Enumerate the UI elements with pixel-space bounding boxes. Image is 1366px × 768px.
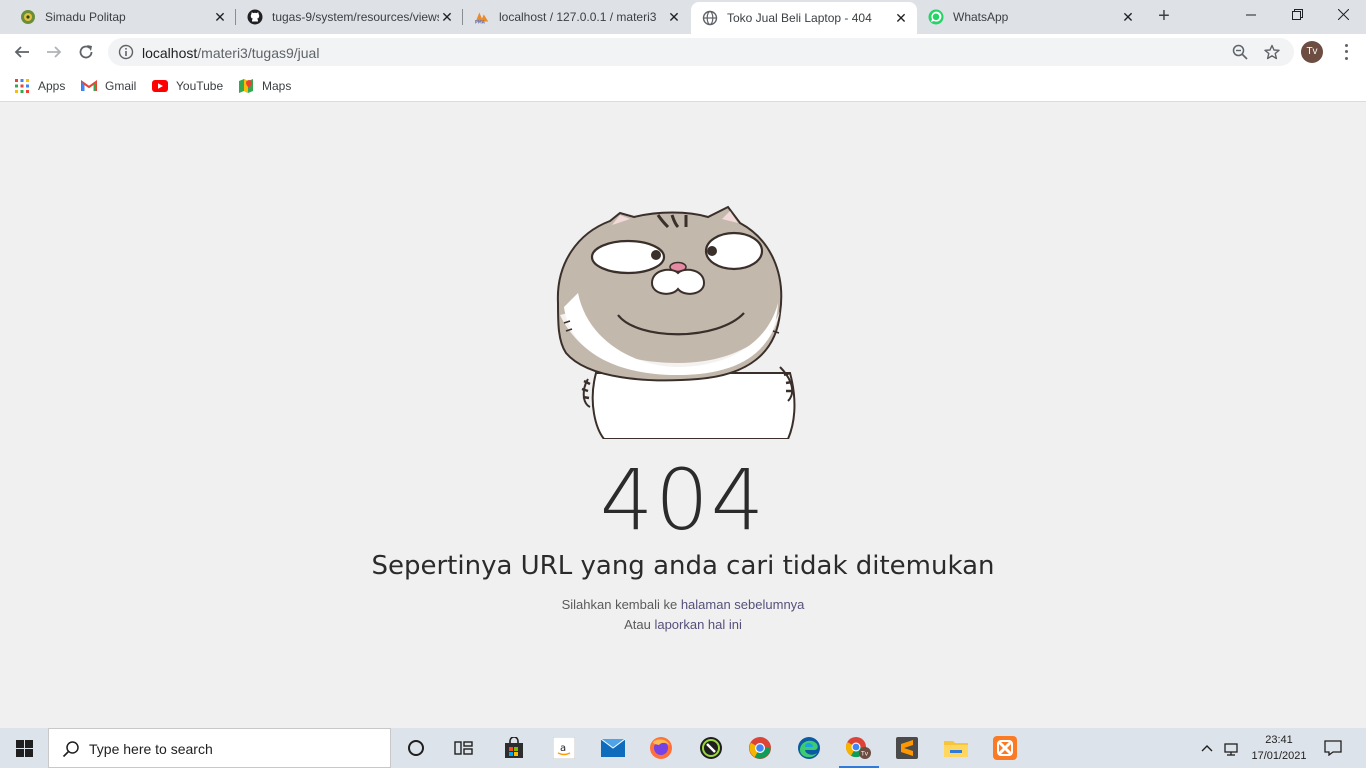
tab-close-icon[interactable]: ✕ xyxy=(212,9,228,25)
report-instruction: Atau laporkan hal ini xyxy=(0,617,1366,632)
tab-simadu[interactable]: Simadu Politap ✕ xyxy=(0,0,236,34)
clock-time: 23:41 xyxy=(1265,734,1293,746)
chrome-profile-icon[interactable]: Tv xyxy=(835,728,883,768)
close-window-button[interactable] xyxy=(1320,0,1366,30)
back-arrow-icon xyxy=(14,46,29,58)
back-button[interactable] xyxy=(8,38,36,66)
browser-toolbar: localhost/materi3/tugas9/jual Tv xyxy=(0,34,1366,70)
url-text: localhost/materi3/tugas9/jual xyxy=(142,45,319,61)
tab-phpmyadmin[interactable]: PMA localhost / 127.0.0.1 / materi3 ✕ xyxy=(464,0,690,34)
address-bar[interactable]: localhost/materi3/tugas9/jual xyxy=(108,38,1294,66)
reload-icon xyxy=(79,45,93,59)
amazon-icon[interactable]: a xyxy=(540,728,588,768)
globe-icon xyxy=(702,10,718,26)
page-content: 404 Sepertinya URL yang anda cari tidak … xyxy=(0,103,1366,728)
chrome-icon[interactable] xyxy=(736,728,784,768)
bookmark-label: Apps xyxy=(38,79,66,93)
svg-text:Tv: Tv xyxy=(860,751,869,758)
clock-date: 17/01/2021 xyxy=(1251,750,1307,762)
minimize-icon xyxy=(1246,14,1256,16)
youtube-icon xyxy=(152,78,168,94)
bookmark-label: YouTube xyxy=(176,79,224,93)
forward-arrow-icon xyxy=(47,46,62,58)
search-icon xyxy=(62,741,79,758)
whatsapp-icon xyxy=(928,9,944,25)
error-message: Sepertinya URL yang anda cari tidak dite… xyxy=(371,551,995,581)
tab-strip: Simadu Politap ✕ tugas-9/system/resource… xyxy=(0,0,1366,34)
url-path: /materi3/tugas9/jual xyxy=(197,45,320,61)
tab-close-icon[interactable]: ✕ xyxy=(893,10,909,26)
bookmark-apps[interactable]: Apps xyxy=(14,76,65,96)
cortana-icon[interactable] xyxy=(392,728,440,768)
github-icon xyxy=(247,9,263,25)
back-instruction-prefix: Silahkan kembali ke xyxy=(561,597,681,612)
browser-menu-icon[interactable] xyxy=(1338,42,1354,62)
tray-overflow-icon[interactable] xyxy=(1196,728,1218,768)
windows-logo-icon xyxy=(15,739,33,757)
tab-title: localhost / 127.0.0.1 / materi3 xyxy=(499,10,657,24)
taskbar-search-box[interactable]: Type here to search xyxy=(48,728,391,768)
file-explorer-icon[interactable] xyxy=(932,728,980,768)
bookmark-label: Gmail xyxy=(105,79,137,93)
reload-button[interactable] xyxy=(72,38,100,66)
bookmark-label: Maps xyxy=(262,79,292,93)
tab-toko-404[interactable]: Toko Jual Beli Laptop - 404 ✕ xyxy=(691,2,917,34)
store-icon[interactable] xyxy=(490,728,538,768)
system-clock[interactable]: 23:41 17/01/2021 xyxy=(1240,732,1318,764)
maps-icon xyxy=(238,78,254,94)
tab-github[interactable]: tugas-9/system/resources/views ✕ xyxy=(237,0,463,34)
tab-whatsapp[interactable]: WhatsApp ✕ xyxy=(918,0,1144,34)
network-icon[interactable] xyxy=(1220,728,1242,768)
edge-icon[interactable] xyxy=(785,728,833,768)
bookmark-gmail[interactable]: Gmail xyxy=(81,76,136,96)
minimize-button[interactable] xyxy=(1228,0,1274,30)
apps-grid-icon xyxy=(14,78,30,94)
xampp-icon[interactable] xyxy=(981,728,1029,768)
close-icon xyxy=(1337,8,1349,21)
bookmark-youtube[interactable]: YouTube xyxy=(152,76,223,96)
tab-close-icon[interactable]: ✕ xyxy=(439,9,455,25)
back-instruction: Silahkan kembali ke halaman sebelumnya xyxy=(0,597,1366,612)
mail-icon[interactable] xyxy=(589,728,637,768)
forward-button[interactable] xyxy=(40,38,68,66)
tab-close-icon[interactable]: ✕ xyxy=(1120,9,1136,25)
phpmyadmin-icon: PMA xyxy=(474,9,490,25)
bookmarks-bar: Apps Gmail YouTube Maps xyxy=(0,70,1366,102)
svg-text:PMA: PMA xyxy=(475,20,486,25)
sublime-icon[interactable] xyxy=(883,728,931,768)
url-host: localhost xyxy=(142,45,198,61)
tab-title: WhatsApp xyxy=(953,10,1009,24)
windows-taskbar: Type here to search a Tv 23:41 17/01/202… xyxy=(0,728,1366,768)
profile-avatar[interactable]: Tv xyxy=(1301,41,1323,63)
gmail-icon xyxy=(81,78,97,94)
restore-icon xyxy=(1291,9,1303,20)
firefox-icon[interactable] xyxy=(637,728,685,768)
bookmark-maps[interactable]: Maps xyxy=(238,76,291,96)
zoom-icon[interactable] xyxy=(1232,44,1248,60)
report-instruction-prefix: Atau xyxy=(624,617,655,632)
tab-separator xyxy=(235,9,236,25)
tab-close-icon[interactable]: ✕ xyxy=(666,9,682,25)
notification-icon[interactable] xyxy=(1320,728,1346,768)
restore-button[interactable] xyxy=(1274,0,1320,30)
start-button[interactable] xyxy=(0,728,48,768)
tab-title: Simadu Politap xyxy=(45,10,126,24)
tab-title: tugas-9/system/resources/views xyxy=(272,10,439,24)
error-code: 404 xyxy=(599,451,767,549)
task-view-icon[interactable] xyxy=(440,728,488,768)
tab-title: Toko Jual Beli Laptop - 404 xyxy=(727,11,872,25)
cat-meme-illustration xyxy=(556,205,796,439)
bookmark-star-icon[interactable] xyxy=(1264,44,1280,60)
svg-text:a: a xyxy=(560,743,566,754)
app-icon[interactable] xyxy=(687,728,735,768)
info-icon[interactable] xyxy=(118,44,134,60)
new-tab-button[interactable]: + xyxy=(1152,5,1176,29)
politap-logo-icon xyxy=(20,9,36,25)
previous-page-link[interactable]: halaman sebelumnya xyxy=(681,597,805,612)
tab-separator xyxy=(462,9,463,25)
search-placeholder: Type here to search xyxy=(89,741,213,757)
report-link[interactable]: laporkan hal ini xyxy=(654,617,741,632)
